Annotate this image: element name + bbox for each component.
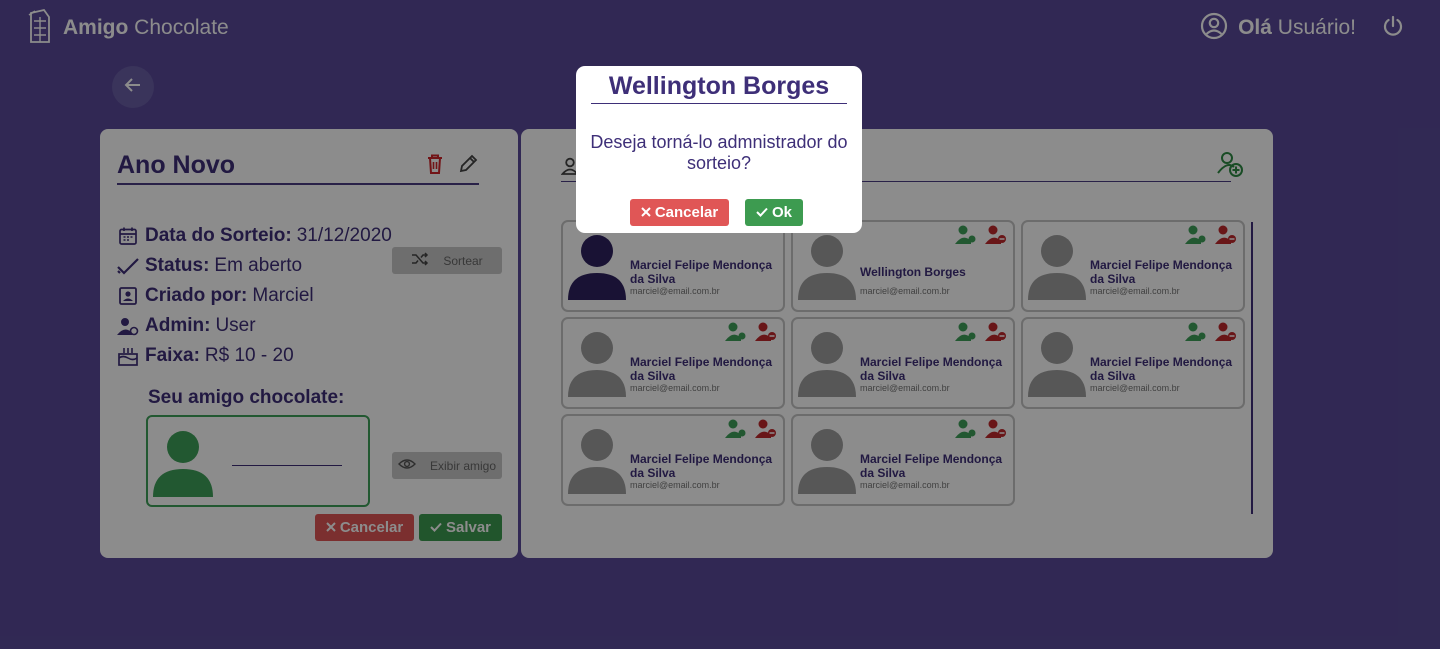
check-icon	[756, 204, 768, 221]
modal-message: Deseja torná-lo admnistrador do sorteio?	[590, 132, 848, 173]
modal-cancel-button[interactable]: Cancelar	[630, 199, 729, 226]
modal-title: Wellington Borges	[591, 70, 847, 104]
modal-cancel-label: Cancelar	[654, 204, 719, 221]
modal-ok-label: Ok	[771, 204, 792, 221]
confirm-admin-modal: Wellington Borges Deseja torná-lo admnis…	[576, 66, 862, 233]
modal-ok-button[interactable]: Ok	[745, 199, 803, 226]
close-icon	[641, 204, 651, 221]
